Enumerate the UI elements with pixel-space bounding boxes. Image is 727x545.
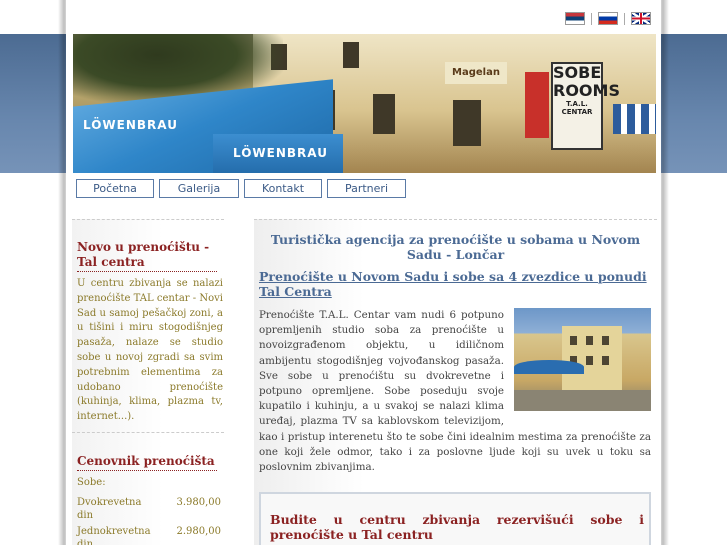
prices-title: Cenovnik prenoćišta — [77, 454, 217, 471]
photo-brand-text: LÖWENBRAU — [233, 146, 328, 160]
page-container: LÖWENBRAU LÖWENBRAU Magelan SOBE ROOMS T… — [66, 0, 661, 545]
reservation-title: Budite u centru zbivanja rezervišući sob… — [270, 512, 644, 542]
sign-centar-text: CENTAR — [561, 108, 593, 116]
photo-sign-magelan: Magelan — [445, 62, 507, 84]
photo-sign-sobe: SOBE ROOMS T.A.L. CENTAR — [551, 62, 620, 150]
flag-separator — [591, 12, 592, 25]
russia-flag-icon[interactable] — [598, 12, 618, 25]
nav-item-pocetna[interactable]: Početna — [76, 179, 154, 198]
news-text: U centru zbivanja se nalazi prenoćište T… — [77, 278, 223, 423]
photo-umbrella — [514, 360, 584, 374]
price-name: Dvokrevetna din — [77, 497, 142, 521]
main-divider — [254, 219, 657, 220]
price-value: 2.980,00 — [176, 526, 221, 537]
main-nav: Početna Galerija Kontakt Partneri — [76, 179, 406, 198]
sidebar-divider — [72, 219, 224, 220]
news-title: Novo u prenoćištu - Tal centra — [77, 240, 217, 272]
subtitle-link[interactable]: Prenoćište u Novom Sadu i sobe sa 4 zvez… — [259, 269, 651, 299]
price-name: Jednokrevetna din — [77, 526, 151, 545]
sign-sobe-text: SOBE — [553, 63, 602, 82]
nav-item-kontakt[interactable]: Kontakt — [244, 179, 322, 198]
language-switcher — [565, 12, 651, 25]
sign-rooms-text: ROOMS — [553, 81, 620, 100]
hostel-photo — [514, 308, 651, 411]
sidebar-divider — [72, 432, 224, 433]
photo-ground — [514, 390, 651, 411]
photo-building — [562, 326, 622, 392]
reservation-box: Budite u centru zbivanja rezervišući sob… — [259, 492, 651, 545]
flag-separator — [624, 12, 625, 25]
nav-item-partneri[interactable]: Partneri — [327, 179, 406, 198]
nav-item-galerija[interactable]: Galerija — [159, 179, 239, 198]
main-content: Turistička agencija za prenoćište u soba… — [254, 219, 657, 545]
price-value: 3.980,00 — [176, 497, 221, 508]
page-title: Turistička agencija za prenoćište u soba… — [270, 232, 641, 262]
sidebar: Novo u prenoćištu - Tal centra U centru … — [72, 219, 224, 545]
sign-tal-text: T.A.L. — [566, 100, 588, 108]
header-photo: LÖWENBRAU LÖWENBRAU Magelan SOBE ROOMS T… — [73, 34, 656, 173]
photo-sign-red — [525, 72, 549, 138]
photo-awning — [613, 104, 656, 134]
prices-label: Sobe: — [77, 477, 106, 488]
uk-flag-icon[interactable] — [631, 12, 651, 25]
serbia-flag-icon[interactable] — [565, 12, 585, 25]
photo-brand-text: LÖWENBRAU — [83, 118, 178, 132]
main-body: Prenoćište T.A.L. Centar vam nudi 6 potp… — [259, 308, 651, 475]
